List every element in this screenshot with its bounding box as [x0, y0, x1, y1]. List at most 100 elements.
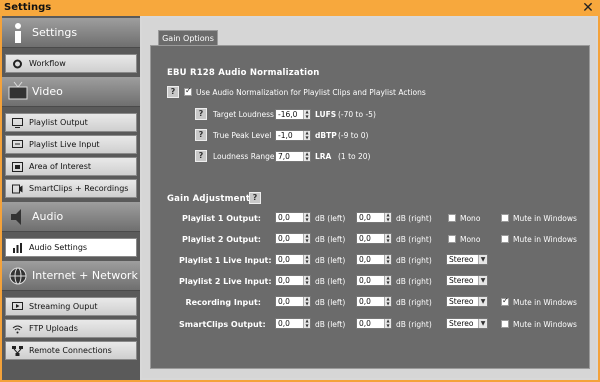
category-settings[interactable]: Settings — [2, 18, 140, 48]
sidebar-item-playlist-live-input[interactable]: Playlist Live Input — [5, 135, 137, 154]
loudness-range-help-button[interactable]: ? — [195, 150, 207, 162]
true-peak-range: (-9 to 0) — [338, 131, 369, 140]
mute-windows-checkbox[interactable] — [501, 296, 509, 306]
gain-row-label: Playlist 2 Live Input: — [179, 277, 272, 286]
sidebar-item-streaming-output[interactable]: Streaming Ouput — [5, 297, 137, 316]
true-peak-input[interactable]: -1,0 ▲ ▼ — [275, 130, 311, 141]
target-loudness-help-button[interactable]: ? — [195, 108, 207, 120]
sidebar-item-label: SmartClips + Recordings — [29, 184, 129, 193]
sidebar-item-label: Remote Connections — [29, 346, 112, 355]
gain-right-unit: dB (right) — [396, 256, 432, 265]
mute-windows-checkbox[interactable] — [501, 320, 509, 328]
gain-right-unit: dB (right) — [396, 235, 432, 244]
network-icon — [12, 346, 23, 356]
window-title: Settings — [4, 2, 52, 13]
sidebar-item-smartclips-recordings[interactable]: SmartClips + Recordings — [5, 179, 137, 198]
gain-left-input[interactable]: 0,0 ▲ ▼ — [275, 233, 311, 244]
channel-mode-select[interactable]: Stereo ▼ — [446, 254, 488, 265]
sidebar: Settings Workflow Video Playlist Output … — [2, 16, 140, 380]
sidebar-item-label: Streaming Ouput — [29, 302, 98, 311]
gain-row-label: Playlist 2 Output: — [182, 235, 261, 244]
gain-left-input[interactable]: 0,0 ▲ ▼ — [275, 296, 311, 307]
gain-heading: Gain Adjustments — [167, 194, 256, 204]
gain-left-input[interactable]: 0,0 ▲ ▼ — [275, 275, 311, 286]
gain-right-input[interactable]: 0,0 ▲ ▼ — [356, 212, 392, 223]
sidebar-item-label: Workflow — [29, 59, 66, 68]
info-icon — [15, 23, 21, 43]
gain-right-input[interactable]: 0,0 ▲ ▼ — [356, 296, 392, 307]
mute-windows-checkbox[interactable] — [501, 235, 509, 243]
gain-row-label: Playlist 1 Output: — [182, 214, 261, 223]
category-internet-network[interactable]: Internet + Network — [2, 261, 140, 291]
gain-right-unit: dB (right) — [396, 320, 432, 329]
chevron-down-icon: ▼ — [478, 297, 487, 306]
mono-label: Mono — [460, 235, 481, 244]
target-loudness-unit: LUFS — [315, 110, 337, 119]
crop-icon — [12, 162, 23, 172]
gain-right-unit: dB (right) — [396, 298, 432, 307]
category-label: Settings — [32, 26, 78, 39]
monitor-icon — [12, 118, 23, 128]
sidebar-item-label: FTP Uploads — [29, 324, 78, 333]
gain-row-label: SmartClips Output: — [179, 320, 266, 329]
gain-help-button[interactable]: ? — [249, 192, 261, 204]
category-label: Audio — [32, 210, 64, 223]
mute-windows-label: Mute in Windows — [513, 235, 577, 244]
channel-mode-select[interactable]: Stereo ▼ — [446, 296, 488, 307]
loudness-range-unit: LRA — [315, 152, 332, 161]
sidebar-item-label: Playlist Live Input — [29, 140, 100, 149]
category-video[interactable]: Video — [2, 77, 140, 107]
title-bar: Settings ✕ — [0, 0, 600, 16]
category-label: Video — [32, 85, 63, 98]
ebu-enable-help-button[interactable]: ? — [167, 86, 179, 98]
sidebar-item-area-of-interest[interactable]: Area of Interest — [5, 157, 137, 176]
target-loudness-label: Target Loudness — [213, 110, 274, 119]
gain-right-input[interactable]: 0,0 ▲ ▼ — [356, 275, 392, 286]
sidebar-item-audio-settings[interactable]: Audio Settings — [5, 238, 137, 257]
gain-left-unit: dB (left) — [315, 235, 346, 244]
gain-right-input[interactable]: 0,0 ▲ ▼ — [356, 233, 392, 244]
gain-left-input[interactable]: 0,0 ▲ ▼ — [275, 318, 311, 329]
chevron-down-icon: ▼ — [478, 319, 487, 328]
monitor-in-icon — [12, 140, 23, 148]
gain-left-input[interactable]: 0,0 ▲ ▼ — [275, 254, 311, 265]
channel-mode-select[interactable]: Stereo ▼ — [446, 318, 488, 329]
speaker-icon — [11, 209, 21, 225]
gain-right-unit: dB (right) — [396, 277, 432, 286]
mono-checkbox[interactable] — [448, 214, 456, 222]
chevron-down-icon: ▼ — [478, 255, 487, 264]
gain-right-input[interactable]: 0,0 ▲ ▼ — [356, 318, 392, 329]
mono-checkbox[interactable] — [448, 235, 456, 243]
mute-windows-checkbox[interactable] — [501, 214, 509, 222]
gain-row-label: Recording Input: — [185, 298, 261, 307]
wifi-icon — [12, 325, 23, 334]
sidebar-item-ftp-uploads[interactable]: FTP Uploads — [5, 319, 137, 338]
true-peak-unit: dBTP — [315, 131, 337, 140]
main-content: Gain Options EBU R128 Audio Normalizatio… — [142, 18, 596, 378]
loudness-range-input[interactable]: 7,0 ▲ ▼ — [275, 151, 311, 162]
gain-options-panel: EBU R128 Audio Normalization ? Use Audio… — [150, 45, 590, 369]
mute-windows-label: Mute in Windows — [513, 320, 577, 329]
channel-mode-select[interactable]: Stereo ▼ — [446, 275, 488, 286]
true-peak-help-button[interactable]: ? — [195, 129, 207, 141]
ebu-enable-label: Use Audio Normalization for Playlist Cli… — [196, 88, 426, 97]
ebu-enable-checkbox[interactable] — [184, 86, 192, 96]
gain-left-unit: dB (left) — [315, 256, 346, 265]
gain-left-unit: dB (left) — [315, 298, 346, 307]
tab-gain-options[interactable]: Gain Options — [158, 30, 218, 46]
bars-icon — [13, 243, 22, 253]
sidebar-item-remote-connections[interactable]: Remote Connections — [5, 341, 137, 360]
gain-left-input[interactable]: 0,0 ▲ ▼ — [275, 212, 311, 223]
category-label: Internet + Network — [32, 269, 138, 282]
gain-right-input[interactable]: 0,0 ▲ ▼ — [356, 254, 392, 265]
target-loudness-input[interactable]: -16,0 ▲ ▼ — [275, 109, 311, 120]
gain-left-unit: dB (left) — [315, 277, 346, 286]
chevron-down-icon: ▼ — [478, 276, 487, 285]
sidebar-item-playlist-output[interactable]: Playlist Output — [5, 113, 137, 132]
globe-icon — [9, 267, 27, 285]
close-icon[interactable]: ✕ — [580, 0, 596, 16]
sidebar-item-workflow[interactable]: Workflow — [5, 54, 137, 73]
category-audio[interactable]: Audio — [2, 202, 140, 232]
gain-left-unit: dB (left) — [315, 320, 346, 329]
gain-row-label: Playlist 1 Live Input: — [179, 256, 272, 265]
